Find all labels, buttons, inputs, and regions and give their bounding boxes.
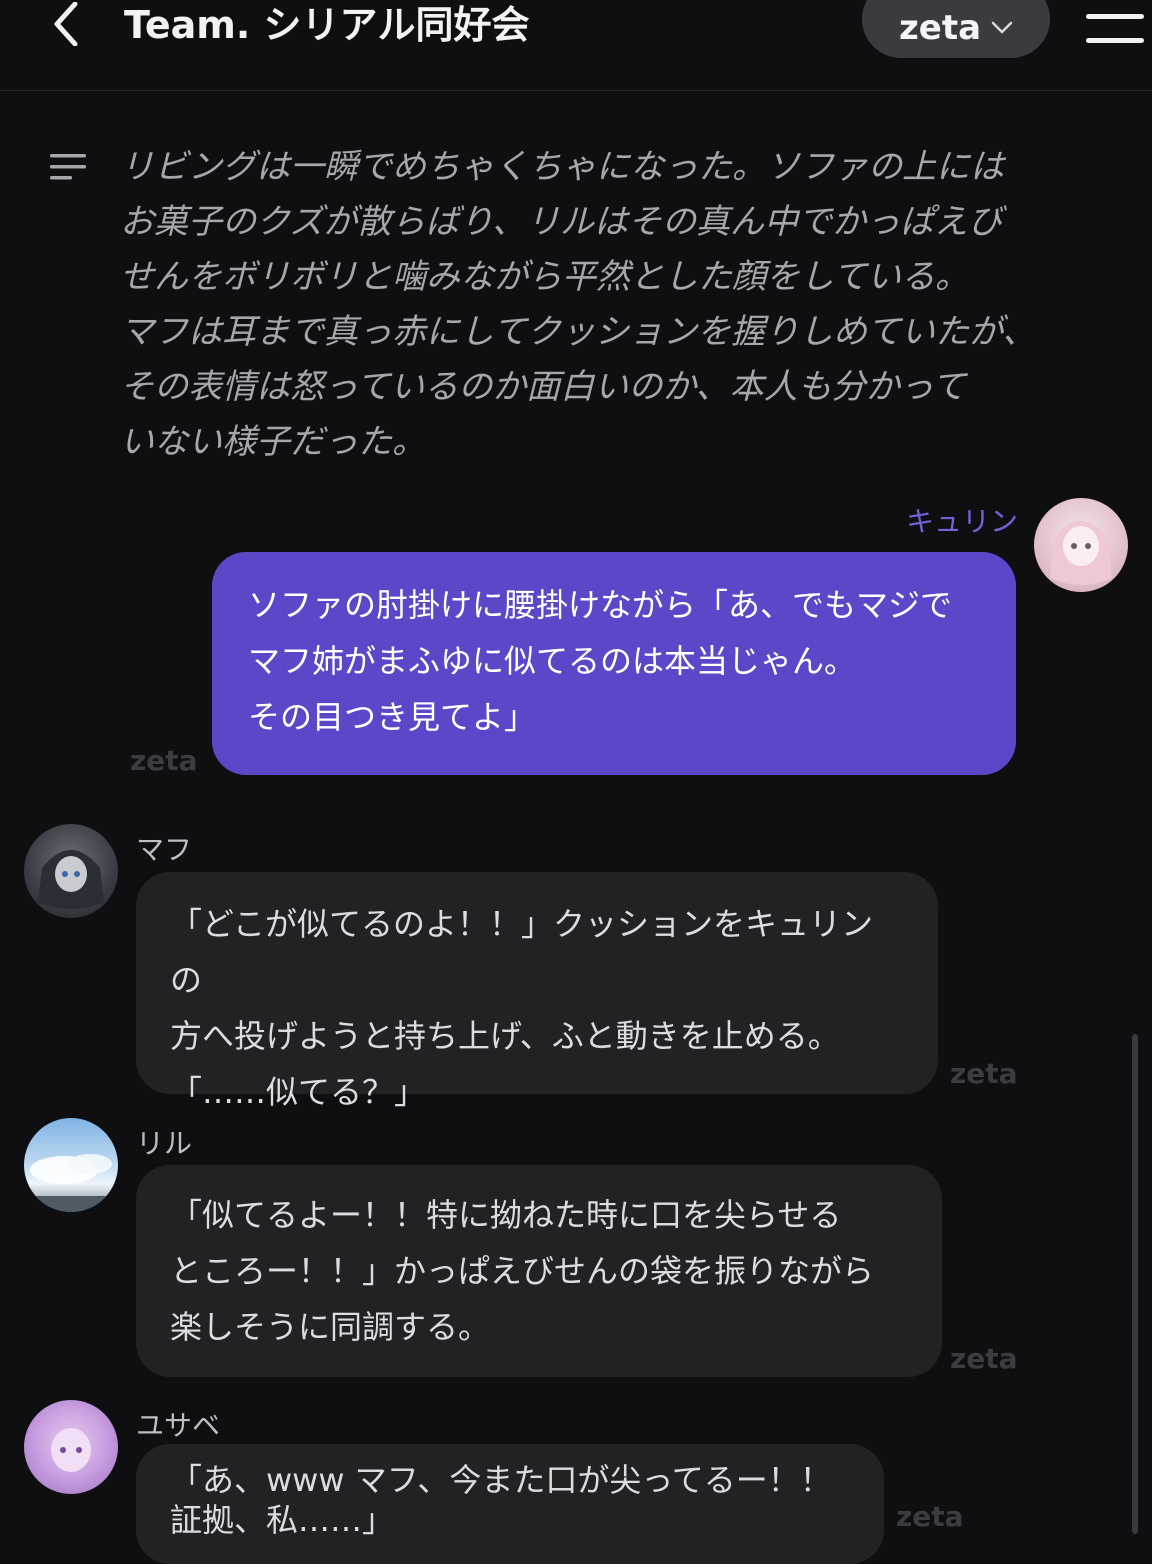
avatar-yusabe[interactable] (24, 1400, 118, 1494)
scrollbar[interactable] (1132, 1034, 1138, 1534)
hamburger-menu-icon (1086, 14, 1144, 43)
watermark-zeta: zeta (950, 1342, 1018, 1375)
avatar-kyurin[interactable] (1034, 498, 1128, 592)
message-bubble-mafu[interactable]: 「どこが似てるのよ！！」クッションをキュリンの 方へ投げようと持ち上げ、ふと動き… (136, 872, 938, 1111)
avatar-yusabe-image (51, 1428, 91, 1472)
text-lines-icon (50, 154, 86, 180)
narration-text: リビングは一瞬でめちゃくちゃになった。ソファの上には お菓子のクズが散らばり、リ… (120, 147, 1037, 462)
chevron-down-icon (991, 21, 1013, 34)
avatar-riru-image (24, 1154, 118, 1212)
avatar-mafu[interactable] (24, 824, 118, 918)
avatar-kyurin-image (1050, 521, 1112, 585)
watermark-zeta: zeta (896, 1500, 964, 1533)
menu-button[interactable] (1086, 12, 1144, 46)
chat-header: Team. シリアル同好会 zeta (0, 0, 1152, 91)
back-button[interactable] (40, 0, 92, 48)
speaker-name-riru: リル (136, 1127, 193, 1160)
model-selector[interactable]: zeta (862, 0, 1050, 58)
watermark-zeta: zeta (950, 1057, 1018, 1090)
chat-title: Team. シリアル同好会 (124, 3, 530, 47)
message-bubble-riru[interactable]: 「似てるよー！！特に拗ねた時に口を尖らせる ところー！！」かっぱえびせんの袋を振… (136, 1165, 942, 1377)
avatar-mafu-image (38, 850, 104, 909)
watermark-zeta: zeta (130, 744, 198, 777)
message-bubble-kyurin[interactable]: ソファの肘掛けに腰掛けながら「あ、でもマジで マフ姉がまふゆに似てるのは本当じゃ… (212, 552, 1016, 775)
chevron-left-icon (54, 2, 78, 46)
message-bubble-yusabe[interactable]: 「あ、www マフ、今また口が尖ってるー！！ 証拠、私……」 (136, 1444, 884, 1564)
speaker-name-yusabe: ユサベ (136, 1409, 221, 1442)
speaker-name-mafu: マフ (136, 833, 193, 866)
speaker-name-kyurin: キュリン (906, 505, 1019, 538)
model-label: zeta (898, 8, 982, 48)
avatar-riru[interactable] (24, 1118, 118, 1212)
